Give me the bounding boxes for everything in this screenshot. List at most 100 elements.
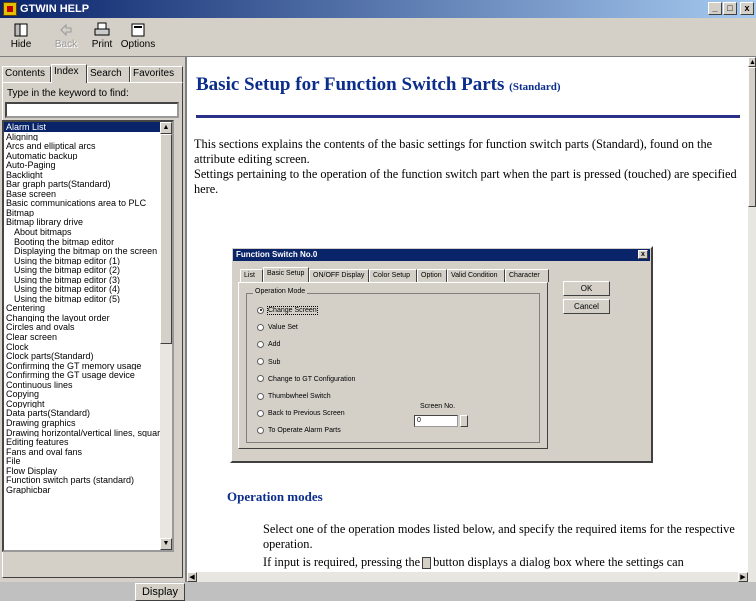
index-item[interactable]: Centering	[4, 303, 160, 313]
options-icon	[131, 23, 145, 37]
function-switch-dialog: Function Switch No.0 x List Basic Setup …	[230, 246, 653, 463]
content-scroll-up-button[interactable]: ▲	[748, 57, 756, 67]
hide-button[interactable]: Hide	[1, 20, 41, 56]
index-item[interactable]: Data parts(Standard)	[4, 408, 160, 418]
index-item[interactable]: Editing features	[4, 437, 160, 446]
dialog-title-bar: Function Switch No.0 x	[233, 249, 650, 261]
index-item[interactable]: Continuous lines	[4, 380, 160, 389]
keyword-input[interactable]	[5, 102, 179, 118]
operation-mode-radio: Change to GT Configuration	[257, 375, 355, 385]
dialog-tab-list: List	[240, 269, 263, 282]
index-item[interactable]: Auto-Paging	[4, 160, 160, 169]
radio-label: Back to Previous Screen	[268, 410, 345, 418]
title-bar: GTWIN HELP _ □ x	[0, 0, 756, 18]
radio-dot-icon	[257, 341, 264, 349]
input-button-icon	[422, 557, 432, 570]
operation-mode-group: Operation Mode Change Screen Value Set Add…	[246, 288, 540, 443]
print-button[interactable]: Print	[82, 20, 122, 56]
index-scrollbar[interactable]: ▲ ▼	[160, 122, 172, 550]
operation-mode-radio: Sub	[257, 358, 280, 368]
index-item[interactable]: Alarm List	[4, 122, 160, 132]
radio-label: Value Set	[268, 324, 298, 332]
index-item[interactable]: Circles and ovals	[4, 322, 160, 332]
page-title-suffix: (Standard)	[509, 81, 561, 93]
radio-label: To Operate Alarm Parts	[268, 427, 341, 435]
dialog-close-icon: x	[638, 250, 648, 259]
dialog-panel: Operation Mode Change Screen Value Set Add…	[238, 282, 548, 449]
title-rule	[196, 115, 740, 118]
printer-icon	[94, 22, 110, 36]
content-horizontal-scrollbar[interactable]: ◀ ▶	[187, 572, 748, 582]
content-scroll-thumb[interactable]	[748, 67, 756, 207]
intro-text-2: Settings pertaining to the operation of …	[194, 167, 737, 196]
index-item[interactable]: Arcs and elliptical arcs	[4, 141, 160, 150]
index-item[interactable]: Drawing graphics	[4, 418, 160, 427]
maximize-button[interactable]: □	[723, 2, 737, 15]
radio-label: Thumbwheel Switch	[268, 393, 331, 400]
scroll-down-button[interactable]: ▼	[160, 538, 172, 550]
tab-index[interactable]: Index	[51, 64, 87, 83]
index-item[interactable]: Clock	[4, 342, 160, 351]
minimize-button[interactable]: _	[708, 2, 722, 15]
index-item[interactable]: Using the bitmap editor (2)	[4, 265, 160, 274]
content-scroll-right-button[interactable]: ▶	[738, 572, 748, 582]
index-item[interactable]: Graphicbar	[4, 485, 160, 494]
radio-dot-icon	[257, 358, 264, 366]
print-label: Print	[91, 39, 113, 50]
page-title: Basic Setup for Function Switch Parts (S…	[196, 74, 561, 96]
index-item[interactable]: Using the bitmap editor (3)	[4, 275, 160, 284]
index-item[interactable]: Copying	[4, 389, 160, 399]
index-item[interactable]: Clock parts(Standard)	[4, 351, 160, 360]
index-item[interactable]: Bitmap library drive	[4, 217, 160, 227]
index-item[interactable]: Drawing horizontal/vertical lines, squar…	[4, 428, 160, 437]
tab-favorites[interactable]: Favorites	[130, 66, 183, 82]
index-item[interactable]: Copyright	[4, 399, 160, 408]
index-item[interactable]: About bitmaps	[4, 227, 160, 236]
dialog-ok-button: OK	[563, 281, 610, 296]
radio-dot-icon	[257, 392, 264, 400]
index-item[interactable]: Base screen	[4, 189, 160, 198]
index-item[interactable]: File	[4, 456, 160, 465]
scroll-up-button[interactable]: ▲	[160, 122, 172, 134]
back-button[interactable]: Back	[46, 20, 86, 56]
tab-contents[interactable]: Contents	[2, 66, 51, 82]
index-item[interactable]: Basic communications area to PLC	[4, 198, 160, 208]
content-vertical-scrollbar[interactable]: ▲	[748, 57, 756, 582]
index-item[interactable]: Bar graph parts(Standard)	[4, 179, 160, 189]
dialog-title: Function Switch No.0	[236, 250, 318, 259]
radio-label: Change to GT Configuration	[268, 375, 356, 383]
navigation-pane: Contents Index Search Favorites Type in …	[0, 57, 187, 601]
index-item[interactable]: Using the bitmap editor (1)	[4, 256, 160, 265]
radio-label: Sub	[268, 358, 281, 366]
operation-mode-radio: Back to Previous Screen	[257, 409, 345, 419]
operation-mode-radio: To Operate Alarm Parts	[257, 426, 341, 436]
scroll-thumb[interactable]	[160, 134, 172, 344]
close-button[interactable]: x	[740, 2, 754, 15]
index-item[interactable]: Aligning	[4, 132, 160, 141]
intro-paragraph: This sections explains the contents of t…	[194, 137, 744, 197]
input-paragraph: If input is required, pressing the button…	[263, 555, 748, 570]
display-button[interactable]: Display	[135, 583, 185, 601]
index-item[interactable]: Displaying the bitmap on the screen	[4, 246, 160, 255]
index-item[interactable]: Function switch parts (standard)	[4, 475, 160, 484]
index-item[interactable]: Using the bitmap editor (5)	[4, 294, 160, 303]
back-arrow-icon	[60, 23, 72, 37]
index-item[interactable]: Changing the layout order	[4, 313, 160, 322]
content-scroll-left-button[interactable]: ◀	[187, 572, 197, 582]
index-item[interactable]: Booting the bitmap editor	[4, 237, 160, 246]
index-item[interactable]: Bitmap	[4, 208, 160, 217]
index-item[interactable]: Clear screen	[4, 332, 160, 341]
index-item[interactable]: Fans and oval fans	[4, 447, 160, 456]
tab-search[interactable]: Search	[87, 66, 130, 82]
options-button[interactable]: Options	[118, 20, 158, 56]
operation-modes-paragraph: Select one of the operation modes listed…	[263, 522, 735, 551]
index-item[interactable]: Confirming the GT usage device	[4, 370, 160, 379]
index-item[interactable]: Confirming the GT memory usage	[4, 361, 160, 370]
hide-icon	[14, 23, 28, 37]
index-list[interactable]: Alarm List Aligning Arcs and elliptical ar…	[2, 120, 174, 552]
index-item[interactable]: Using the bitmap editor (4)	[4, 284, 160, 294]
index-item[interactable]: Flow Display	[4, 466, 160, 475]
index-item[interactable]: Backlight	[4, 170, 160, 179]
index-item[interactable]: Automatic backup	[4, 151, 160, 160]
radio-dot-icon	[257, 375, 264, 383]
